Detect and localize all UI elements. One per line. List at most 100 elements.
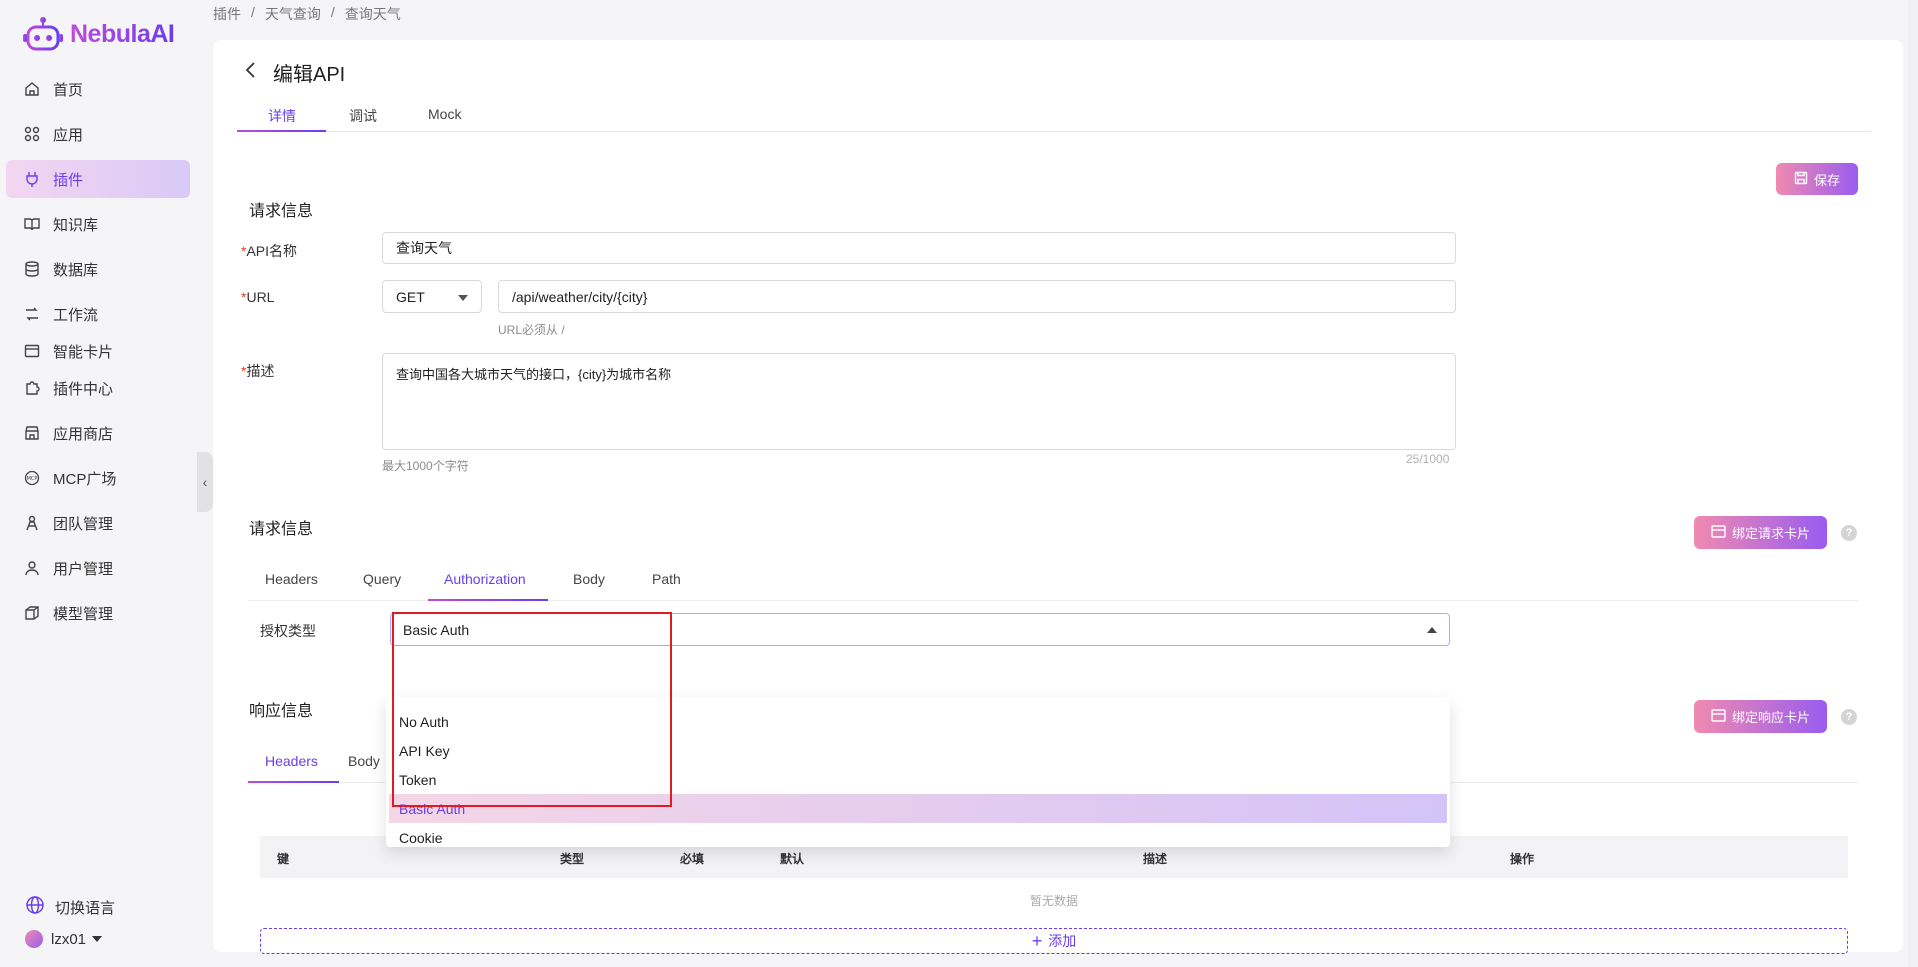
url-input[interactable]: /api/weather/city/{city} [498, 280, 1456, 313]
breadcrumb-item[interactable]: 天气查询 [265, 4, 321, 24]
caret-up-icon [1427, 627, 1437, 633]
dropdown-option-cookie[interactable]: Cookie [389, 823, 1447, 852]
sidebar-item-label: 应用商店 [53, 425, 114, 443]
description-label: *描述 [241, 361, 274, 381]
sidebar-item-workflow[interactable]: 工作流 [6, 295, 190, 333]
breadcrumb-separator: / [330, 4, 335, 20]
save-button[interactable]: 保存 [1776, 163, 1858, 195]
description-textarea[interactable]: 查询中国各大城市天气的接口，{city}为城市名称 [382, 353, 1456, 450]
description-char-count: 25/1000 [1406, 452, 1450, 466]
sidebar-item-label: 插件中心 [53, 380, 114, 398]
request-param-tabs: Headers Query Authorization Body Path [248, 563, 1858, 601]
globe-icon [25, 895, 45, 919]
logo[interactable]: NebulaAI [22, 16, 175, 52]
dropdown-option-api-key[interactable]: API Key [389, 736, 1447, 765]
sidebar-item-home[interactable]: 首页 [6, 70, 190, 108]
tab-body[interactable]: Body [573, 571, 605, 587]
auth-type-dropdown: No Auth API Key Token Basic Auth Cookie [386, 697, 1450, 847]
home-icon [23, 80, 41, 98]
card-icon [23, 342, 41, 360]
column-header: 键 [277, 852, 290, 866]
card-icon [1711, 524, 1726, 541]
tab-headers[interactable]: Headers [265, 753, 318, 769]
book-icon [23, 215, 41, 233]
page-scrollbar[interactable] [1908, 0, 1918, 967]
api-name-label: *API名称 [241, 241, 297, 261]
section-title-response-info: 响应信息 [249, 703, 314, 720]
sidebar-item-database[interactable]: 数据库 [6, 250, 190, 288]
url-value: /api/weather/city/{city} [512, 288, 648, 305]
apps-icon [23, 125, 41, 143]
sidebar-item-label: 应用 [53, 126, 84, 144]
sidebar-item-team[interactable]: 团队管理 [6, 504, 190, 542]
sidebar-item-label: 智能卡片 [53, 343, 114, 361]
sidebar-item-apps[interactable]: 应用 [6, 115, 190, 153]
back-arrow-icon[interactable] [241, 60, 261, 80]
sidebar-item-plugin-center[interactable]: 插件中心 [6, 369, 190, 407]
help-icon[interactable]: ? [1841, 709, 1857, 725]
store-icon [23, 424, 41, 442]
add-row-button[interactable]: + 添加 [260, 928, 1848, 954]
bind-response-card-label: 绑定响应卡片 [1731, 710, 1810, 725]
column-header: 描述 [1143, 852, 1168, 866]
column-header: 类型 [560, 852, 585, 866]
breadcrumb-separator: / [251, 4, 255, 20]
sidebar-collapse-button[interactable]: ‹ [197, 452, 213, 512]
auth-type-value: Basic Auth [403, 621, 470, 638]
breadcrumb-item[interactable]: 插件 [213, 4, 241, 24]
auth-type-label: 授权类型 [260, 623, 316, 639]
database-icon [23, 260, 41, 278]
page-title: 编辑API [273, 64, 346, 86]
username: lzx01 [51, 930, 87, 948]
plus-icon: + [1031, 931, 1043, 951]
mcp-icon: MCP [23, 469, 41, 487]
url-hint: URL必须从 / [498, 323, 565, 337]
method-select[interactable]: GET [382, 280, 482, 313]
tab-debug[interactable]: 调试 [349, 106, 377, 136]
auth-type-select[interactable]: Basic Auth [390, 613, 1450, 646]
plugin-icon [23, 170, 41, 188]
caret-down-icon [92, 936, 103, 942]
empty-state: 暂无数据 [1029, 894, 1078, 908]
language-switch[interactable]: 切换语言 [25, 895, 115, 919]
team-icon [23, 514, 41, 532]
api-name-input[interactable]: 查询天气 [382, 232, 1456, 264]
tab-query[interactable]: Query [363, 571, 401, 587]
bind-response-card-button[interactable]: 绑定响应卡片 [1694, 700, 1827, 733]
tab-mock[interactable]: Mock [428, 106, 461, 136]
description-hint: 最大1000个字符 [382, 459, 469, 473]
sidebar-item-label: 首页 [53, 81, 84, 99]
sidebar-item-label: 团队管理 [53, 515, 114, 533]
dropdown-option-basic-auth[interactable]: Basic Auth [389, 794, 1447, 823]
sidebar-item-label: 插件 [53, 171, 84, 189]
tab-path[interactable]: Path [652, 571, 681, 587]
model-icon [23, 604, 41, 622]
sidebar-item-mcp[interactable]: MCP MCP广场 [6, 459, 190, 497]
tab-body[interactable]: Body [348, 753, 380, 769]
url-label-text: URL [246, 289, 275, 305]
dropdown-option-no-auth[interactable]: No Auth [389, 707, 1447, 736]
workflow-icon [23, 305, 41, 323]
sidebar-item-users[interactable]: 用户管理 [6, 549, 190, 587]
description-label-text: 描述 [246, 363, 275, 379]
card-icon [1711, 708, 1726, 725]
tab-headers[interactable]: Headers [265, 571, 318, 587]
language-switch-label: 切换语言 [55, 899, 116, 917]
column-header: 必填 [680, 852, 705, 866]
tab-active-indicator [428, 599, 548, 601]
sidebar-item-smart-card[interactable]: 智能卡片 [6, 332, 190, 370]
sidebar-item-app-store[interactable]: 应用商店 [6, 414, 190, 452]
save-icon [1794, 171, 1808, 188]
dropdown-option-token[interactable]: Token [389, 765, 1447, 794]
add-row-label: 添加 [1048, 933, 1077, 949]
sidebar-item-plugins[interactable]: 插件 [6, 160, 190, 198]
user-menu[interactable]: lzx01 [25, 930, 103, 948]
page-tabs: 详情 调试 Mock [237, 102, 1871, 132]
sidebar-item-models[interactable]: 模型管理 [6, 594, 190, 632]
tab-authorization[interactable]: Authorization [444, 571, 526, 587]
bind-request-card-button[interactable]: 绑定请求卡片 [1694, 516, 1827, 549]
help-icon[interactable]: ? [1841, 525, 1857, 541]
section-title-request-info: 请求信息 [249, 203, 314, 220]
sidebar-item-knowledge[interactable]: 知识库 [6, 205, 190, 243]
column-header: 默认 [780, 852, 805, 866]
